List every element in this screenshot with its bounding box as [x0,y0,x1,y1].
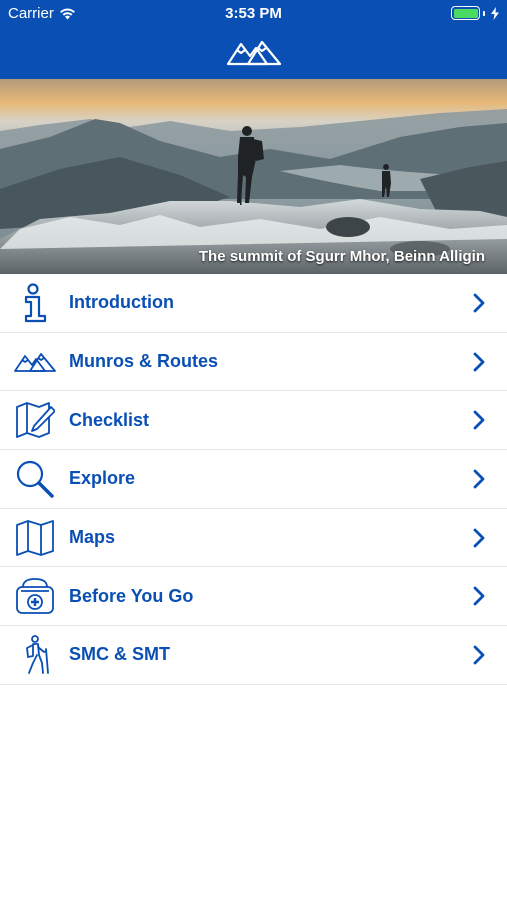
menu-item-maps[interactable]: Maps [0,509,507,568]
menu-item-label: Explore [69,468,136,489]
menu-item-checklist[interactable]: Checklist [0,391,507,451]
folded-map-icon [14,517,56,559]
chevron-right-icon [473,352,485,371]
photo-caption: The summit of Sgurr Mhor, Beinn Alligin [198,248,485,265]
first-aid-kit-icon [14,575,56,617]
hero-photo: The summit of Sgurr Mhor, Beinn Alligin [0,79,507,274]
mountains-logo-icon [226,40,282,66]
battery-icon [451,6,499,20]
menu-item-smc-smt[interactable]: SMC & SMT [0,626,507,685]
checklist-map-pencil-icon [14,399,56,441]
chevron-right-icon [473,528,485,547]
chevron-right-icon [473,469,485,489]
magnifier-icon [14,458,56,500]
menu-item-label: Maps [69,527,116,548]
menu-item-before-you-go[interactable]: Before You Go [0,567,507,627]
status-bar: Carrier 3:53 PM [0,0,507,28]
menu-item-munros-routes[interactable]: Munros & Routes [0,333,507,392]
menu-item-label: Checklist [69,409,150,430]
menu-item-label: Before You Go [69,585,194,606]
menu-item-explore[interactable]: Explore [0,450,507,509]
chevron-right-icon [473,645,485,665]
charging-bolt-icon [491,6,499,20]
menu-item-label: Introduction [69,292,174,313]
main-menu: Introduction Munros & Routes Checklist E… [0,274,507,685]
menu-item-label: Munros & Routes [69,351,219,372]
navigation-bar: Carrier 3:53 PM [0,0,507,79]
chevron-right-icon [473,293,485,313]
mountains-icon [14,341,56,383]
hiker-icon [14,634,56,676]
chevron-right-icon [473,586,485,606]
summit-photo [0,79,507,274]
chevron-right-icon [473,410,485,430]
menu-item-introduction[interactable]: Introduction [0,274,507,333]
info-icon [14,282,56,324]
status-time: 3:53 PM [225,5,282,22]
menu-item-label: SMC & SMT [69,644,170,665]
